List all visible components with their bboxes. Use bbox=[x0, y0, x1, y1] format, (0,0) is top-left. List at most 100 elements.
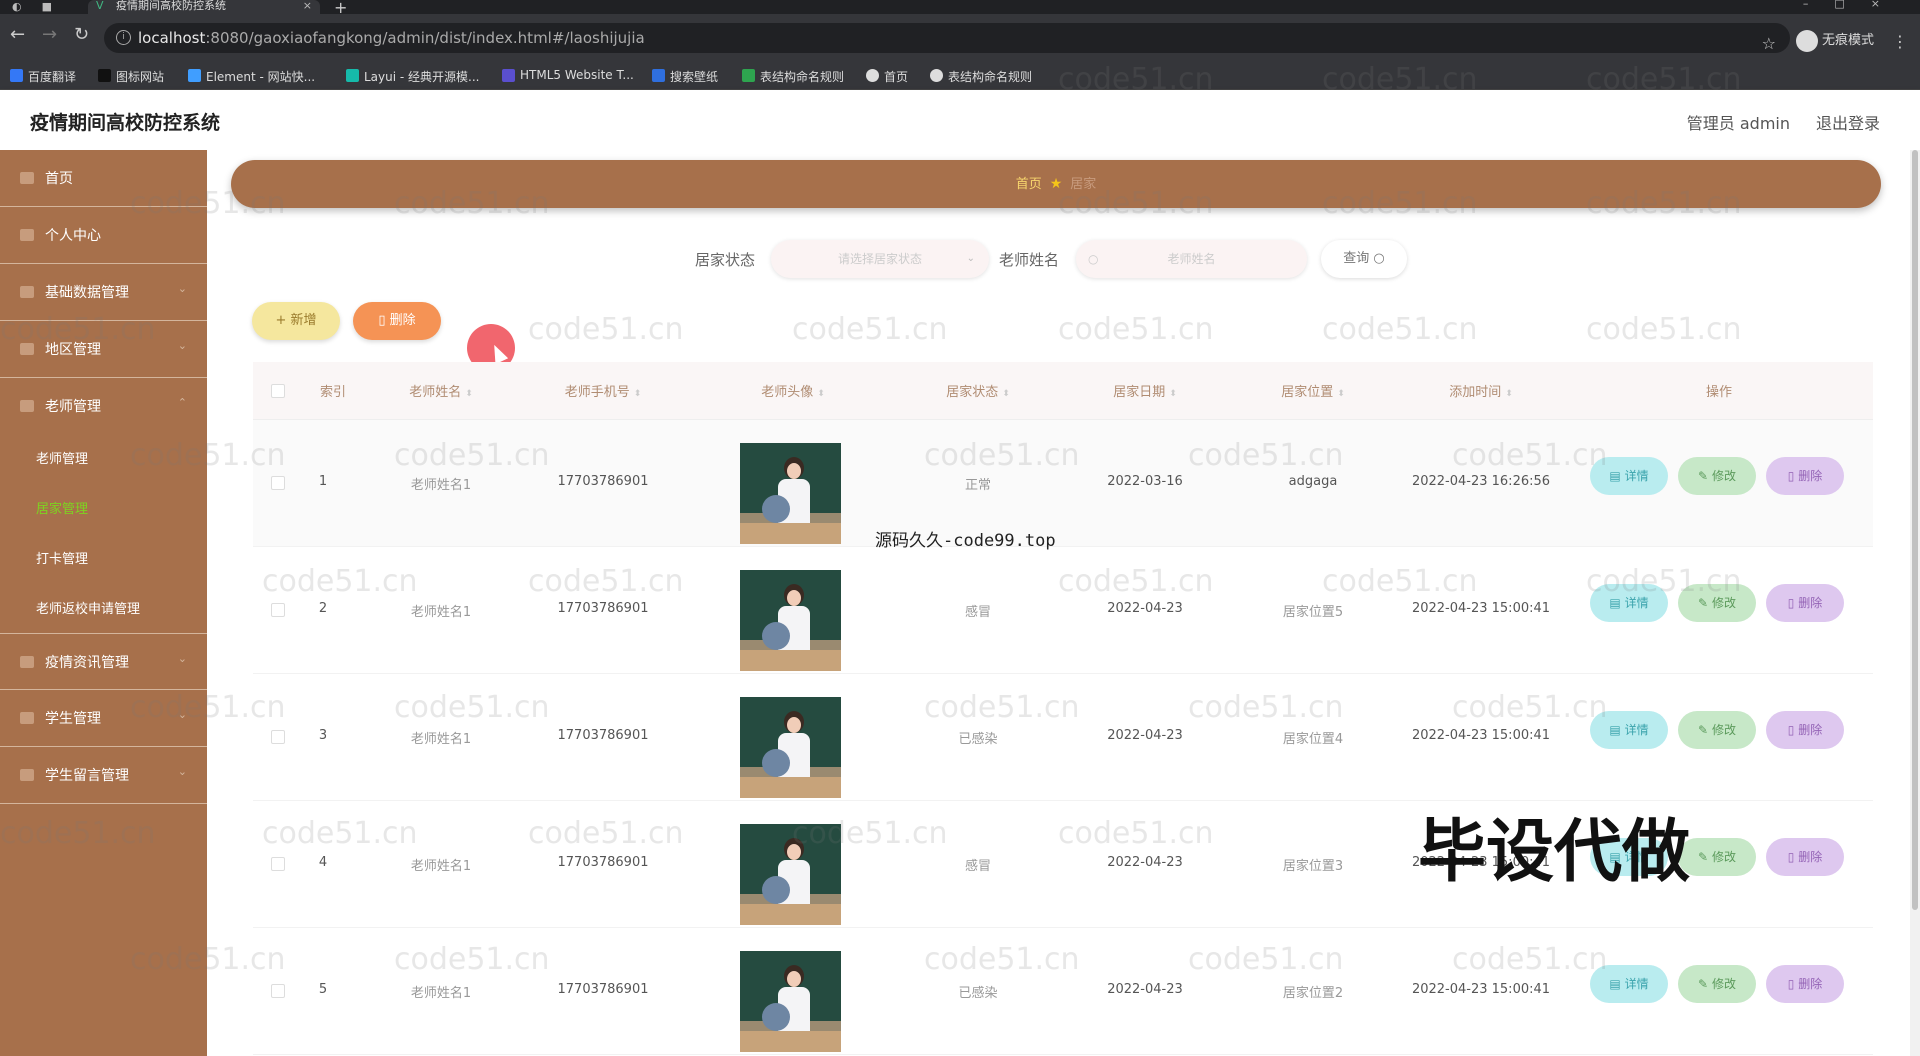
table-header: 索引 老师姓名 ⬍ 老师手机号 ⬍ 老师头像 ⬍ 居家状态 ⬍ 居家日期 ⬍ 居家位置 ⬍ … bbox=[253, 362, 1873, 420]
sidebar-item-label: 疫情资讯管理 bbox=[45, 655, 129, 671]
cell-index: 1 bbox=[318, 474, 328, 489]
col-header-photo[interactable]: 老师头像 ⬍ bbox=[761, 381, 825, 400]
breadcrumb-home[interactable]: 首页 bbox=[1016, 177, 1042, 192]
cell-date: 2022-04-23 bbox=[1107, 728, 1183, 743]
back-icon[interactable]: ← bbox=[10, 24, 25, 45]
sort-icon[interactable]: ⬍ bbox=[1002, 389, 1010, 399]
sidebar-item-students[interactable]: 学生管理 ⌄ bbox=[0, 690, 207, 747]
table-row[interactable]: 1 老师姓名1 17703786901 正常 2022-03-16 adgaga… bbox=[253, 420, 1873, 547]
edit-label: 修改 bbox=[1711, 977, 1736, 991]
bookmark-icon bbox=[866, 69, 879, 82]
row-checkbox[interactable] bbox=[271, 984, 285, 998]
teacher-avatar bbox=[740, 951, 841, 1052]
forward-icon[interactable]: → bbox=[42, 24, 57, 45]
url-field[interactable]: i localhost:8080/gaoxiaofangkong/admin/d… bbox=[104, 23, 1790, 53]
detail-button[interactable]: ▤ 详情 bbox=[1590, 457, 1668, 495]
sidebar-subitem-teacher-manage[interactable]: 老师管理 bbox=[36, 448, 88, 467]
detail-button[interactable]: ▤ 详情 bbox=[1590, 711, 1668, 749]
sort-icon[interactable]: ⬍ bbox=[1505, 389, 1513, 399]
col-header-actions: 操作 bbox=[1705, 385, 1733, 400]
row-checkbox[interactable] bbox=[271, 730, 285, 744]
sort-icon[interactable]: ⬍ bbox=[465, 389, 473, 399]
delete-button[interactable]: ▯ 删除 bbox=[1766, 838, 1844, 876]
search-form: 居家状态 请选择居家状态 ⌄ 老师姓名 ○ 老师姓名 查询 ○ bbox=[207, 238, 1920, 282]
source-overlay-text: 源码久久-code99.top bbox=[875, 531, 1056, 551]
bookmark-item[interactable]: 表结构命名规则 bbox=[742, 68, 844, 85]
name-search-input[interactable]: ○ 老师姓名 bbox=[1076, 240, 1307, 278]
sort-icon[interactable]: ⬍ bbox=[1169, 389, 1177, 399]
sort-icon[interactable]: ⬍ bbox=[1337, 389, 1345, 399]
cell-date: 2022-04-23 bbox=[1107, 982, 1183, 997]
sidebar-item-region[interactable]: 地区管理 ⌄ bbox=[0, 321, 207, 378]
table-row[interactable]: 2 老师姓名1 17703786901 感冒 2022-04-23 居家位置5 … bbox=[253, 547, 1873, 674]
edit-button[interactable]: ✎ 修改 bbox=[1678, 584, 1756, 622]
page-scrollbar[interactable] bbox=[1910, 150, 1920, 1056]
cell-index: 2 bbox=[318, 601, 328, 616]
delete-button[interactable]: ▯ 删除 bbox=[1766, 457, 1844, 495]
cell-date: 2022-03-16 bbox=[1107, 474, 1183, 489]
col-header-location[interactable]: 居家位置 ⬍ bbox=[1281, 381, 1345, 400]
status-filter-label: 居家状态 bbox=[695, 251, 756, 269]
sidebar-item-teacher[interactable]: 老师管理 ⌃ bbox=[0, 378, 207, 435]
bookmark-item[interactable]: 首页 bbox=[866, 68, 908, 85]
col-header-added[interactable]: 添加时间 ⬍ bbox=[1449, 381, 1513, 400]
browser-menu-icon[interactable]: ⋮ bbox=[1892, 32, 1908, 51]
bookmark-item[interactable]: 搜索壁纸 bbox=[652, 68, 718, 85]
edit-button[interactable]: ✎ 修改 bbox=[1678, 711, 1756, 749]
sidebar-subitem-home-manage[interactable]: 居家管理 bbox=[36, 498, 88, 517]
sidebar-subitem-checkin-manage[interactable]: 打卡管理 bbox=[36, 548, 88, 567]
bookmark-item[interactable]: HTML5 Website T... bbox=[502, 68, 634, 82]
delete-button[interactable]: ▯ 删除 bbox=[1766, 711, 1844, 749]
sort-icon[interactable]: ⬍ bbox=[817, 389, 825, 399]
reload-icon[interactable]: ↻ bbox=[74, 24, 89, 45]
table-row[interactable]: 3 老师姓名1 17703786901 已感染 2022-04-23 居家位置4… bbox=[253, 674, 1873, 801]
browser-tab[interactable]: V 疫情期间高校防控系统 × bbox=[88, 0, 320, 14]
col-header-name[interactable]: 老师姓名 ⬍ bbox=[409, 381, 473, 400]
delete-button[interactable]: ▯ 删除 bbox=[1766, 965, 1844, 1003]
sidebar-item-news[interactable]: 疫情资讯管理 ⌄ bbox=[0, 633, 207, 690]
cell-phone: 17703786901 bbox=[557, 728, 649, 743]
row-checkbox[interactable] bbox=[271, 603, 285, 617]
incognito-indicator[interactable]: 无痕模式 bbox=[1795, 30, 1874, 52]
col-header-status[interactable]: 居家状态 ⬍ bbox=[946, 381, 1010, 400]
logout-link[interactable]: 退出登录 bbox=[1816, 110, 1880, 134]
chevron-down-icon: ⌄ bbox=[177, 339, 187, 352]
sidebar-item-basic-data[interactable]: 基础数据管理 ⌄ bbox=[0, 264, 207, 321]
bookmark-item[interactable]: 图标网站 bbox=[98, 68, 164, 85]
detail-button[interactable]: ▤ 详情 bbox=[1590, 965, 1668, 1003]
sidebar-subitem-return-apply[interactable]: 老师返校申请管理 bbox=[36, 598, 140, 617]
cell-status: 感冒 bbox=[964, 605, 992, 620]
table-row[interactable]: 5 老师姓名1 17703786901 已感染 2022-04-23 居家位置2… bbox=[253, 928, 1873, 1055]
sidebar-item-profile[interactable]: 个人中心 bbox=[0, 207, 207, 264]
teacher-avatar bbox=[740, 570, 841, 671]
sidebar-item-home[interactable]: 首页 bbox=[0, 150, 207, 207]
trash-icon: ▯ bbox=[1787, 977, 1795, 991]
detail-button[interactable]: ▤ 详情 bbox=[1590, 584, 1668, 622]
add-button[interactable]: + 新增 bbox=[252, 302, 340, 340]
row-checkbox[interactable] bbox=[271, 857, 285, 871]
row-checkbox[interactable] bbox=[271, 476, 285, 490]
info-icon[interactable]: i bbox=[116, 30, 131, 45]
bookmark-item[interactable]: Layui - 经典开源模... bbox=[346, 68, 479, 85]
delete-button[interactable]: ▯ 删除 bbox=[1766, 584, 1844, 622]
sidebar-item-messages[interactable]: 学生留言管理 ⌄ bbox=[0, 747, 207, 804]
bookmark-star-icon[interactable]: ☆ bbox=[1762, 34, 1776, 53]
window-controls[interactable]: –□× bbox=[1803, 0, 1906, 10]
edit-button[interactable]: ✎ 修改 bbox=[1678, 457, 1756, 495]
edit-button[interactable]: ✎ 修改 bbox=[1678, 965, 1756, 1003]
bookmark-item[interactable]: Element - 网站快... bbox=[188, 68, 315, 85]
teacher-avatar bbox=[740, 824, 841, 925]
col-header-date[interactable]: 居家日期 ⬍ bbox=[1113, 381, 1177, 400]
chevron-down-icon: ⌄ bbox=[966, 253, 975, 264]
col-header-phone[interactable]: 老师手机号 ⬍ bbox=[565, 381, 642, 400]
cell-name: 老师姓名1 bbox=[410, 732, 472, 747]
close-tab-icon[interactable]: × bbox=[303, 0, 312, 12]
sort-icon[interactable]: ⬍ bbox=[634, 389, 642, 399]
bookmark-item[interactable]: 表结构命名规则 bbox=[930, 68, 1032, 85]
select-all-checkbox[interactable] bbox=[271, 384, 285, 398]
batch-delete-button[interactable]: ▯ 删除 bbox=[353, 302, 441, 340]
status-select[interactable]: 请选择居家状态 ⌄ bbox=[771, 240, 989, 278]
scrollbar-thumb[interactable] bbox=[1912, 150, 1918, 910]
query-button[interactable]: 查询 ○ bbox=[1321, 240, 1407, 278]
bookmark-item[interactable]: 百度翻译 bbox=[10, 68, 76, 85]
